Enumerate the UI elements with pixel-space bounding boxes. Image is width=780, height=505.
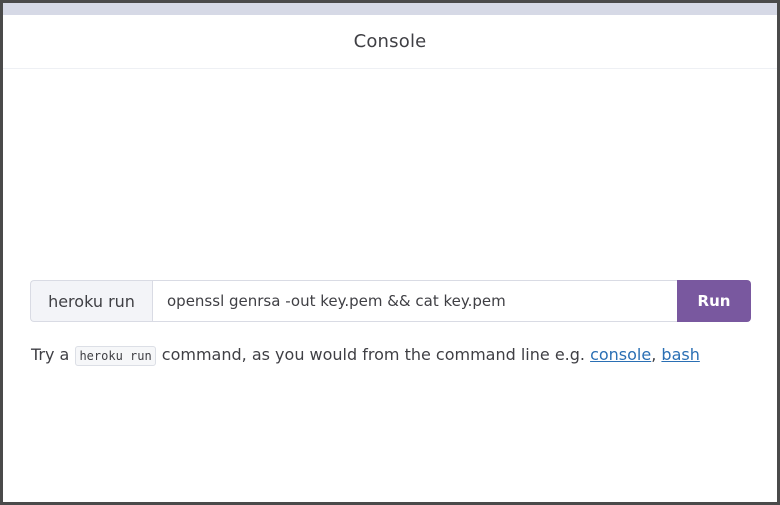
hint-separator: , [651, 345, 657, 364]
hint-code: heroku run [75, 346, 156, 366]
page-title: Console [353, 31, 427, 52]
run-button[interactable]: Run [677, 280, 751, 322]
console-window: Console heroku run Run Try a heroku run … [0, 0, 780, 505]
hint-text: Try a heroku run command, as you would f… [31, 343, 755, 368]
console-link[interactable]: console [590, 345, 651, 364]
hint-middle: command, as you would from the command l… [161, 345, 585, 364]
top-strip [3, 0, 777, 15]
run-command-bar: heroku run Run [30, 280, 751, 322]
bash-link[interactable]: bash [661, 345, 699, 364]
command-prefix: heroku run [30, 280, 152, 322]
console-header: Console [3, 15, 777, 69]
hint-prefix: Try a [31, 345, 70, 364]
command-input[interactable] [152, 280, 677, 322]
